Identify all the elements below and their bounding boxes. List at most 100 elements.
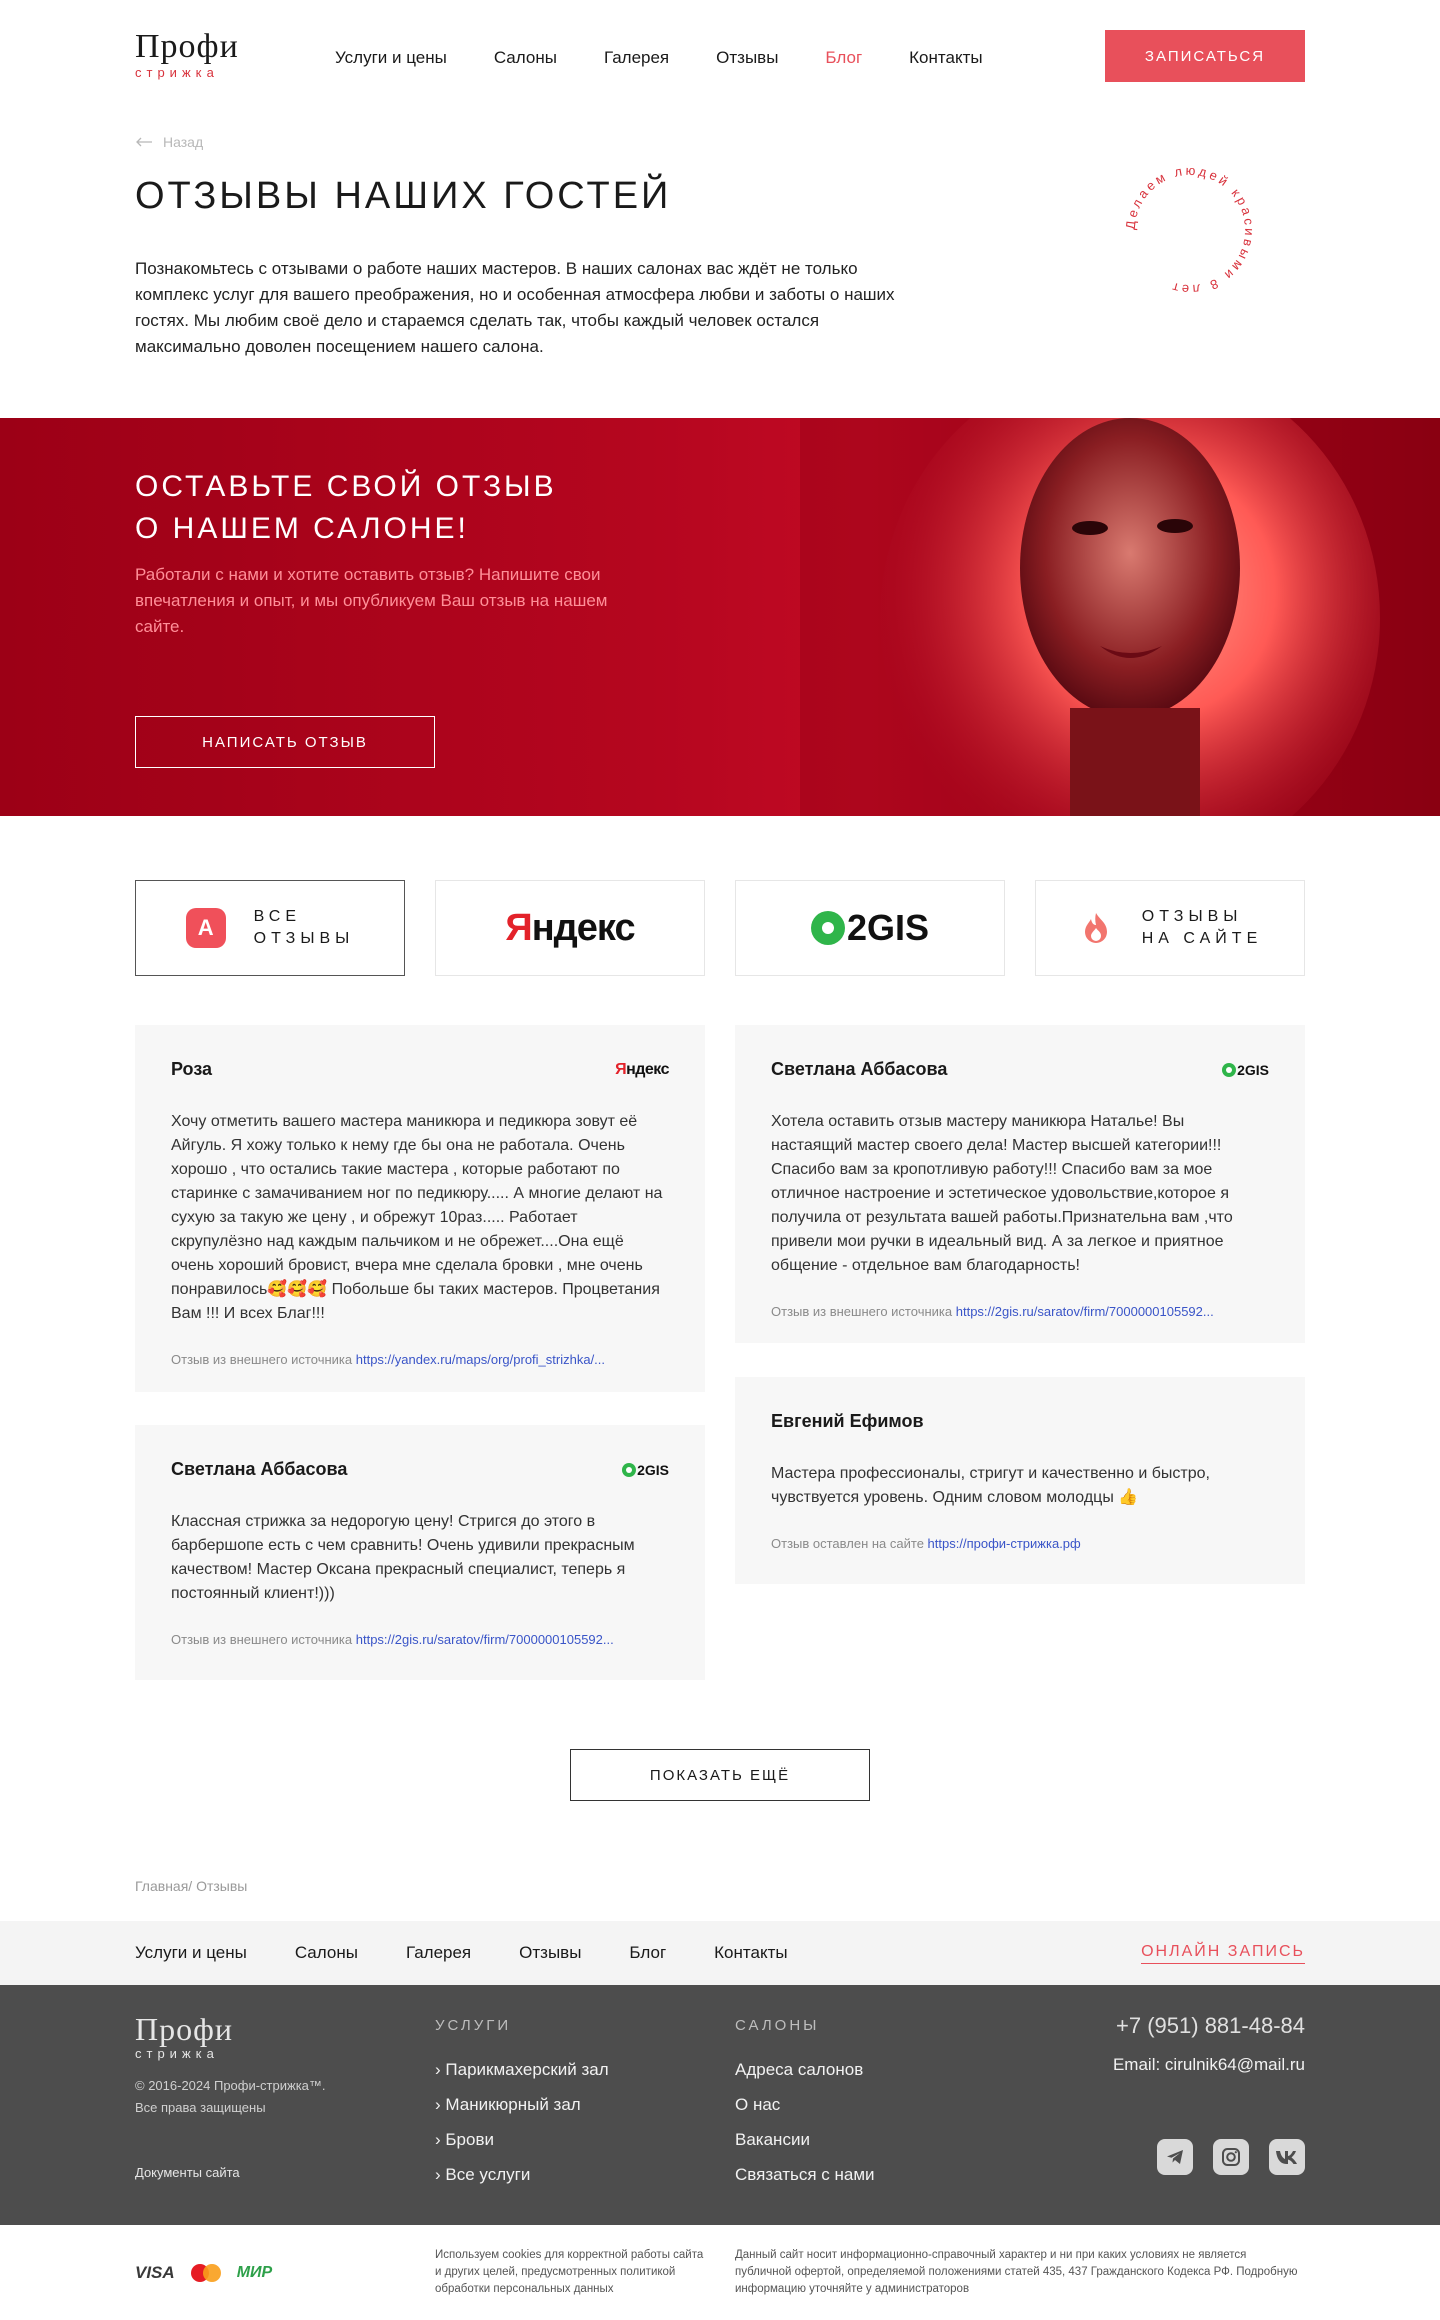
- nav-services[interactable]: Услуги и цены: [335, 48, 447, 68]
- show-more-button[interactable]: ПОКАЗАТЬ ЕЩЁ: [570, 1749, 870, 1801]
- footer-salon-item[interactable]: Связаться с нами: [735, 2157, 875, 2192]
- 2gis-logo-text: 2GIS: [846, 907, 930, 948]
- nav-blog[interactable]: Блог: [825, 48, 862, 68]
- footer-salon-item[interactable]: Вакансии: [735, 2122, 875, 2157]
- footer-nav-gallery[interactable]: Галерея: [406, 1943, 471, 1963]
- social-links: [1157, 2139, 1305, 2175]
- 2gis-logo: 2GIS: [810, 907, 930, 949]
- write-review-button[interactable]: НАПИСАТЬ ОТЗЫВ: [135, 716, 435, 768]
- review-header: Светлана Аббасова 2GIS: [171, 1459, 669, 1480]
- nav-gallery[interactable]: Галерея: [604, 48, 669, 68]
- nav-salons[interactable]: Салоны: [494, 48, 557, 68]
- banner-text: Работали с нами и хотите оставить отзыв?…: [135, 565, 608, 636]
- reviewer-name: Роза: [171, 1059, 213, 1079]
- rights-line: Все права защищены: [135, 2100, 266, 2115]
- site-documents-link[interactable]: Документы сайта: [135, 2165, 240, 2180]
- review-source-line: Отзыв из внешнего источника https://2gis…: [171, 1632, 669, 1647]
- filter-all-line1: ВСЕ: [253, 908, 302, 925]
- review-header: Роза Яндекс: [171, 1059, 669, 1080]
- visa-logo: VISA: [135, 2263, 175, 2282]
- chevron-right-icon: ›: [435, 2095, 446, 2114]
- 2gis-pin-icon: [810, 911, 845, 945]
- banner-title-line2: О НАШЕМ САЛОНЕ!: [135, 512, 469, 545]
- salons-list: Адреса салонов О нас Вакансии Связаться …: [735, 2052, 875, 2192]
- svg-text:Делаем людей красивыми 8 лет: Делаем людей красивыми 8 лет: [1123, 163, 1257, 297]
- footer-logo[interactable]: Профи стрижка: [135, 2013, 265, 2061]
- source-yandex-logo: Яндекс: [615, 1060, 669, 1078]
- chevron-right-icon: ›: [435, 2060, 446, 2079]
- vk-icon[interactable]: [1269, 2139, 1305, 2175]
- footer-nav-blog[interactable]: Блог: [629, 1943, 666, 1963]
- phone-link[interactable]: +7 (951) 881-48-84: [1116, 2013, 1305, 2039]
- breadcrumb[interactable]: Главная/ Отзывы: [135, 1878, 247, 1894]
- review-source-line: Отзыв из внешнего источника https://2gis…: [771, 1304, 1269, 1319]
- legal-disclaimer: Данный сайт носит информационно-справочн…: [735, 2249, 1298, 2295]
- footer-service-label: Парикмахерский зал: [445, 2060, 609, 2079]
- review-header: Евгений Ефимов: [771, 1411, 1269, 1432]
- filter-yandex[interactable]: Яндекс: [435, 880, 705, 976]
- filter-site-label: ОТЗЫВЫ НА САЙТЕ: [1142, 906, 1263, 950]
- review-source-line: Отзыв из внешнего источника https://yand…: [171, 1352, 669, 1367]
- banner-title: ОСТАВЬТЕ СВОЙ ОТЗЫВ О НАШЕМ САЛОНЕ!: [135, 466, 557, 550]
- footer-salon-item[interactable]: О нас: [735, 2087, 875, 2122]
- review-source-link[interactable]: https://2gis.ru/saratov/firm/70000001055…: [956, 1304, 1214, 1319]
- filter-all-reviews[interactable]: A ВСЕ ОТЗЫВЫ: [135, 880, 405, 976]
- telegram-icon[interactable]: [1157, 2139, 1193, 2175]
- review-header: Светлана Аббасова 2GIS: [771, 1059, 1269, 1080]
- review-text: Хочу отметить вашего мастера маникюра и …: [171, 1113, 663, 1322]
- filter-site-reviews[interactable]: ОТЗЫВЫ НА САЙТЕ: [1035, 880, 1305, 976]
- footer-service-item[interactable]: › Маникюрный зал: [435, 2087, 609, 2122]
- ring-text: Делаем людей красивыми 8 лет: [1123, 163, 1254, 297]
- filter-site-line1: ОТЗЫВЫ: [1141, 908, 1243, 925]
- review-source-link[interactable]: https://yandex.ru/maps/org/profi_strizhk…: [356, 1352, 605, 1367]
- mastercard-icon: [190, 2264, 221, 2282]
- cookies-notice: Используем cookies для корректной работы…: [435, 2249, 704, 2295]
- review-source-label: Отзыв оставлен на сайте: [771, 1536, 924, 1551]
- footer-service-item[interactable]: › Все услуги: [435, 2157, 609, 2192]
- instagram-icon[interactable]: [1213, 2139, 1249, 2175]
- services-title: УСЛУГИ: [435, 2017, 512, 2034]
- book-button[interactable]: ЗАПИСАТЬСЯ: [1105, 30, 1305, 82]
- salons-title: САЛОНЫ: [735, 2017, 820, 2034]
- intro-text: Познакомьтесь с отзывами о работе наших …: [135, 259, 895, 356]
- footer-services-column: УСЛУГИ › Парикмахерский зал › Маникюрный…: [435, 2017, 609, 2192]
- woman-portrait-image: [800, 418, 1440, 816]
- back-link[interactable]: Назад: [135, 134, 203, 150]
- review-source-link[interactable]: https://профи-стрижка.рф: [928, 1536, 1081, 1551]
- review-card: Евгений Ефимов Мастера профессионалы, ст…: [735, 1377, 1305, 1584]
- review-source-filters: A ВСЕ ОТЗЫВЫ Яндекс 2GIS ОТЗЫВЫ НА САЙТЕ: [135, 880, 1305, 976]
- reviewer-name: Светлана Аббасова: [771, 1059, 948, 1079]
- footer-nav-salons[interactable]: Салоны: [295, 1943, 358, 1963]
- review-source-label: Отзыв из внешнего источника: [171, 1632, 353, 1647]
- chevron-right-icon: ›: [435, 2165, 446, 2184]
- review-source-label: Отзыв из внешнего источника: [171, 1352, 353, 1367]
- chevron-right-icon: ›: [435, 2130, 446, 2149]
- footer-service-label: Маникюрный зал: [445, 2095, 581, 2114]
- payment-methods: VISA МИР: [135, 2263, 272, 2283]
- 2gis-pin-icon: [622, 1462, 637, 1477]
- footer-service-item[interactable]: › Парикмахерский зал: [435, 2052, 609, 2087]
- review-banner: ОСТАВЬТЕ СВОЙ ОТЗЫВ О НАШЕМ САЛОНЕ! Рабо…: [0, 418, 1440, 816]
- footer-nav-contacts[interactable]: Контакты: [714, 1943, 787, 1963]
- copyright: © 2016-2024 Профи-стрижка™. Все права за…: [135, 2075, 326, 2119]
- footer-logo-sub: стрижка: [135, 2046, 219, 2061]
- review-source-link[interactable]: https://2gis.ru/saratov/firm/70000001055…: [356, 1632, 614, 1647]
- online-booking-link[interactable]: ОНЛАЙН ЗАПИСЬ: [1141, 1943, 1305, 1964]
- legal-bar: VISA МИР Используем cookies для корректн…: [0, 2225, 1440, 2320]
- footer-salons-column: САЛОНЫ Адреса салонов О нас Вакансии Свя…: [735, 2017, 875, 2192]
- reviews-app-icon: A: [185, 908, 226, 948]
- review-text: Классная стрижка за недорогую цену! Стри…: [171, 1513, 635, 1602]
- nav-reviews[interactable]: Отзывы: [716, 48, 778, 68]
- email-link[interactable]: Email: cirulnik64@mail.ru: [1113, 2055, 1305, 2075]
- site-header: Профи стрижка Услуги и цены Салоны Галер…: [0, 0, 1440, 115]
- filter-all-label: ВСЕ ОТЗЫВЫ: [254, 906, 355, 950]
- footer-nav-services[interactable]: Услуги и цены: [135, 1943, 247, 1963]
- nav-contacts[interactable]: Контакты: [909, 48, 982, 68]
- footer-nav-reviews[interactable]: Отзывы: [519, 1943, 581, 1963]
- footer-service-item[interactable]: › Брови: [435, 2122, 609, 2157]
- footer-salon-item[interactable]: Адреса салонов: [735, 2052, 875, 2087]
- filter-2gis[interactable]: 2GIS: [735, 880, 1005, 976]
- banner-title-line1: ОСТАВЬТЕ СВОЙ ОТЗЫВ: [135, 470, 557, 503]
- back-label: Назад: [163, 134, 204, 150]
- logo[interactable]: Профи стрижка: [135, 30, 265, 81]
